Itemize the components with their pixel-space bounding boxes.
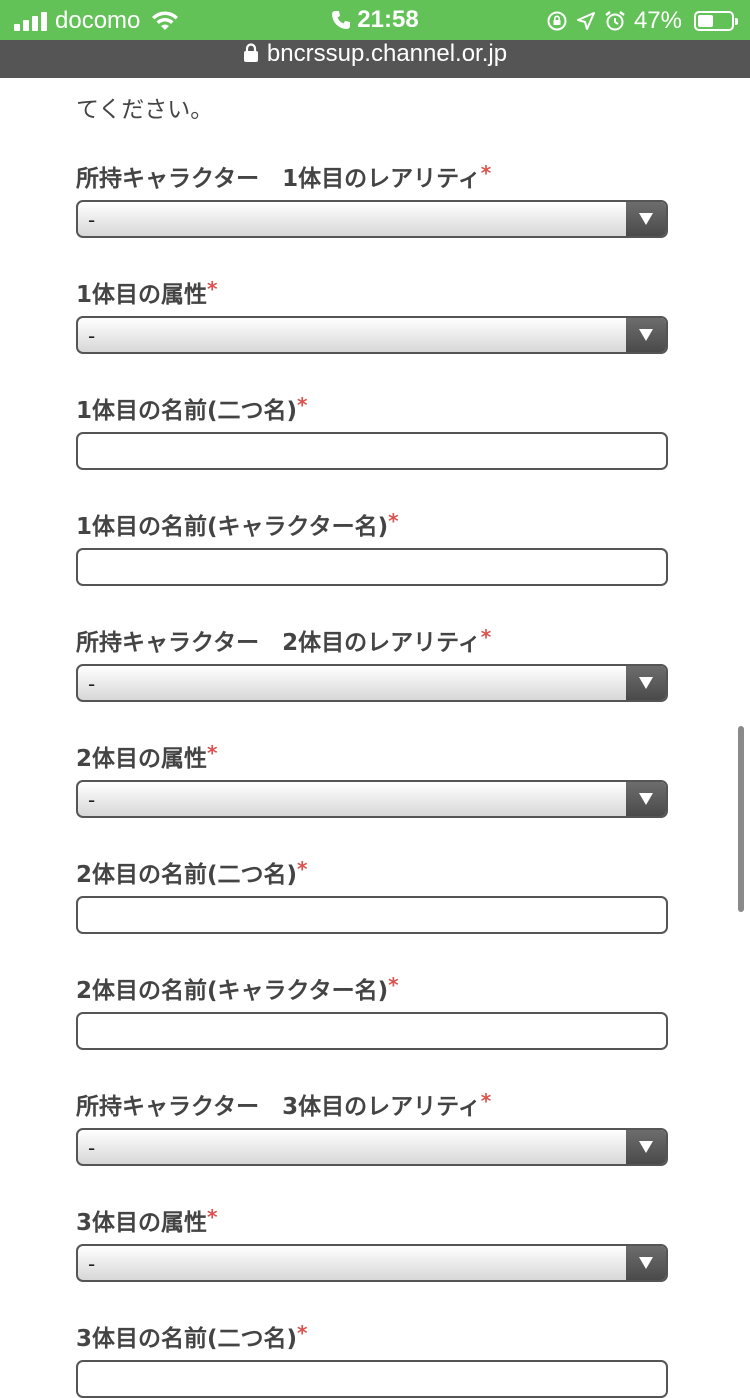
field-label-text: 2体目の名前(二つ名) xyxy=(76,862,298,888)
select-dropdown[interactable]: - xyxy=(76,1128,668,1166)
field-label-text: 3体目の属性 xyxy=(76,1210,208,1236)
alarm-icon xyxy=(605,11,625,31)
required-asterisk: * xyxy=(297,1321,308,1345)
dropdown-arrow-icon[interactable] xyxy=(626,202,666,236)
location-icon xyxy=(576,12,595,30)
required-asterisk: * xyxy=(297,857,308,881)
dropdown-arrow-icon[interactable] xyxy=(626,1130,666,1164)
select-dropdown[interactable]: - xyxy=(76,664,668,702)
field-label: 2体目の属性* xyxy=(76,736,670,772)
status-bar: docomo 21:58 47% xyxy=(0,0,750,40)
select-dropdown[interactable]: - xyxy=(76,316,668,354)
required-asterisk: * xyxy=(207,1205,218,1229)
dropdown-arrow-icon[interactable] xyxy=(626,318,666,352)
rotation-lock-icon xyxy=(547,11,567,31)
text-input[interactable] xyxy=(76,1012,668,1050)
intro-text: てください。 xyxy=(76,97,214,123)
battery-percent: 47% xyxy=(633,7,682,34)
url-bar[interactable]: bncrssup.channel.or.jp xyxy=(0,40,750,78)
field-label: 3体目の属性* xyxy=(76,1200,670,1236)
field-label: 所持キャラクター 2体目のレアリティ* xyxy=(76,620,670,656)
form-field: 所持キャラクター 2体目のレアリティ* - xyxy=(76,620,670,702)
field-label-text: 所持キャラクター 3体目のレアリティ xyxy=(76,1094,481,1120)
required-asterisk: * xyxy=(207,277,218,301)
field-label: 所持キャラクター 3体目のレアリティ* xyxy=(76,1084,670,1120)
dropdown-arrow-icon[interactable] xyxy=(626,666,666,700)
required-asterisk: * xyxy=(388,973,399,997)
form-field: 2体目の名前(キャラクター名)* xyxy=(76,968,670,1050)
time-text: 21:58 xyxy=(357,6,419,33)
form-field: 所持キャラクター 3体目のレアリティ* - xyxy=(76,1084,670,1166)
required-asterisk: * xyxy=(207,741,218,765)
select-value: - xyxy=(88,1252,96,1276)
field-label: 2体目の名前(キャラクター名)* xyxy=(76,968,670,1004)
field-label: 所持キャラクター 1体目のレアリティ* xyxy=(76,156,670,192)
required-asterisk: * xyxy=(480,161,492,185)
phone-icon xyxy=(332,11,351,29)
select-dropdown[interactable]: - xyxy=(76,780,668,818)
required-asterisk: * xyxy=(388,509,399,533)
field-label: 3体目の名前(二つ名)* xyxy=(76,1316,670,1352)
required-asterisk: * xyxy=(480,1089,492,1113)
dropdown-arrow-icon[interactable] xyxy=(626,1246,666,1280)
text-input[interactable] xyxy=(76,432,668,470)
select-value: - xyxy=(88,208,96,232)
text-input[interactable] xyxy=(76,548,668,586)
form-field: 3体目の名前(二つ名)* xyxy=(76,1316,670,1398)
field-label-text: 所持キャラクター 2体目のレアリティ xyxy=(76,630,481,656)
field-label: 2体目の名前(二つ名)* xyxy=(76,852,670,888)
required-asterisk: * xyxy=(480,625,492,649)
field-label-text: 1体目の名前(二つ名) xyxy=(76,398,298,424)
text-input[interactable] xyxy=(76,896,668,934)
select-value: - xyxy=(88,324,96,348)
form-field: 3体目の属性* - xyxy=(76,1200,670,1282)
form-field: 2体目の名前(二つ名)* xyxy=(76,852,670,934)
form-field: 1体目の名前(二つ名)* xyxy=(76,388,670,470)
scrollbar[interactable] xyxy=(738,726,744,912)
lock-icon xyxy=(243,43,258,62)
field-label-text: 2体目の属性 xyxy=(76,746,208,772)
select-value: - xyxy=(88,788,96,812)
form-field: 2体目の属性* - xyxy=(76,736,670,818)
battery-icon xyxy=(694,11,738,31)
field-label-text: 1体目の名前(キャラクター名) xyxy=(76,514,389,540)
dropdown-arrow-icon[interactable] xyxy=(626,782,666,816)
url-domain: bncrssup.channel.or.jp xyxy=(266,40,508,67)
select-dropdown[interactable]: - xyxy=(76,200,668,238)
select-value: - xyxy=(88,672,96,696)
field-label-text: 所持キャラクター 1体目のレアリティ xyxy=(76,166,481,192)
form-field: 所持キャラクター 1体目のレアリティ* - xyxy=(76,156,670,238)
form-field: 1体目の属性* - xyxy=(76,272,670,354)
text-input[interactable] xyxy=(76,1360,668,1398)
field-label-text: 1体目の属性 xyxy=(76,282,208,308)
status-right: 47% xyxy=(546,7,738,35)
field-label: 1体目の名前(二つ名)* xyxy=(76,388,670,424)
form-field: 1体目の名前(キャラクター名)* xyxy=(76,504,670,586)
field-label-text: 2体目の名前(キャラクター名) xyxy=(76,978,389,1004)
field-label: 1体目の属性* xyxy=(76,272,670,308)
field-label: 1体目の名前(キャラクター名)* xyxy=(76,504,670,540)
field-label-text: 3体目の名前(二つ名) xyxy=(76,1326,298,1352)
battery-fill xyxy=(698,15,713,27)
select-value: - xyxy=(88,1136,96,1160)
select-dropdown[interactable]: - xyxy=(76,1244,668,1282)
required-asterisk: * xyxy=(297,393,308,417)
